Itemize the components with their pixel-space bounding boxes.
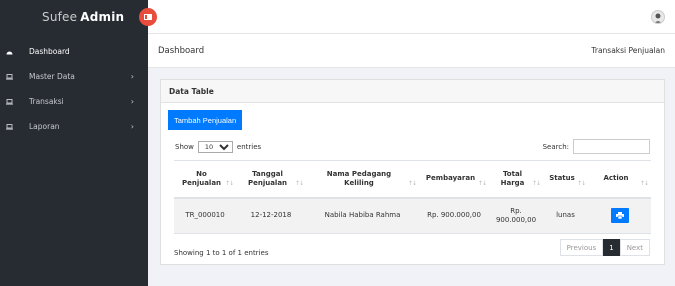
column-header-total-harga[interactable]: Total Harga ↑↓ xyxy=(489,160,543,199)
chevron-right-icon: › xyxy=(130,122,134,131)
data-table-card: Data Table Tambah Penjualan Show 10 entr… xyxy=(160,79,665,265)
search-input[interactable] xyxy=(573,139,650,154)
table-row: TR_000010 12-12-2018 Nabila Habiba Rahma… xyxy=(174,197,651,234)
brand-bold: Admin xyxy=(80,10,125,24)
column-header-pembayaran[interactable]: Pembayaran ↑↓ xyxy=(419,160,489,199)
column-header-nama-pedagang[interactable]: Nama Pedagang Keliling ↑↓ xyxy=(306,160,419,199)
page-title: Dashboard xyxy=(158,45,205,56)
length-suffix: entries xyxy=(236,143,262,151)
header-line: Keliling xyxy=(344,178,374,187)
sidebar-item-label: Laporan xyxy=(29,122,60,131)
sort-icon: ↑↓ xyxy=(531,180,541,187)
sort-icon: ↑↓ xyxy=(224,180,234,187)
sort-icon: ↑↓ xyxy=(477,180,487,187)
brand-logo[interactable]: Sufee Admin xyxy=(0,0,148,34)
dashboard-icon xyxy=(5,48,13,56)
cell-total-harga: Rp. 900.000,00 xyxy=(489,197,543,234)
sidebar-item-label: Master Data xyxy=(29,72,75,81)
search-control: Search: xyxy=(543,139,650,154)
sidebar-item-dashboard[interactable]: Dashboard xyxy=(0,39,148,64)
user-avatar[interactable] xyxy=(651,10,665,24)
pagination: Previous 1 Next xyxy=(559,239,650,256)
sidebar-item-transaksi[interactable]: Transaksi › xyxy=(0,89,148,114)
column-header-no-penjualan[interactable]: No Penjualan ↑↓ xyxy=(174,160,236,199)
cell-status: lunas xyxy=(543,197,588,234)
menu-toggle-button[interactable] xyxy=(139,8,157,26)
print-icon xyxy=(615,212,624,220)
cell-action xyxy=(588,197,651,234)
sidebar-nav: Dashboard Master Data › Transaksi › Lapo… xyxy=(0,39,148,139)
header-line: Tanggal xyxy=(252,170,283,178)
page-1-button[interactable]: 1 xyxy=(603,239,620,256)
cell-pembayaran: Rp. 900.000,00 xyxy=(419,197,489,234)
top-header xyxy=(139,0,675,34)
search-label: Search: xyxy=(542,142,569,151)
chevron-right-icon: › xyxy=(130,72,134,81)
print-button[interactable] xyxy=(610,208,629,224)
header-line: Nama Pedagang xyxy=(326,170,392,178)
cell-nama-pedagang: Nabila Habiba Rahma xyxy=(306,197,419,234)
previous-button[interactable]: Previous xyxy=(559,239,604,256)
sort-icon: ↑↓ xyxy=(294,180,304,187)
header-line: Action xyxy=(603,174,629,183)
entries-length-control: Show 10 entries xyxy=(175,141,261,153)
sidebar-item-laporan[interactable]: Laporan › xyxy=(0,114,148,139)
column-header-tanggal[interactable]: Tanggal Penjualan ↑↓ xyxy=(236,160,306,199)
table-info: Showing 1 to 1 of 1 entries xyxy=(174,249,269,257)
sidebar-item-label: Transaksi xyxy=(29,97,64,106)
header-line: Total xyxy=(502,170,523,178)
sort-icon: ↑↓ xyxy=(576,180,586,187)
header-line: No xyxy=(196,170,207,178)
sidebar-item-master-data[interactable]: Master Data › xyxy=(0,64,148,89)
table-header-row: No Penjualan ↑↓ Tanggal Penjualan ↑↓ Nama Pe… xyxy=(174,160,651,199)
header-line: Penjualan xyxy=(181,178,222,187)
cell-no-penjualan: TR_000010 xyxy=(174,197,236,234)
header-line: Pembayaran xyxy=(425,174,476,183)
header-line: Penjualan xyxy=(247,178,288,187)
penjualan-table: No Penjualan ↑↓ Tanggal Penjualan ↑↓ Nama Pe… xyxy=(174,160,651,234)
column-header-action[interactable]: Action ↑↓ xyxy=(588,160,651,199)
laptop-icon xyxy=(5,73,13,81)
entries-select[interactable]: 10 xyxy=(197,141,233,153)
sidebar-item-label: Dashboard xyxy=(29,47,70,56)
length-prefix: Show xyxy=(175,143,194,151)
brand-prefix: Sufee xyxy=(42,10,78,24)
header-line: Harga xyxy=(500,178,525,187)
card-title: Data Table xyxy=(161,80,664,103)
column-header-status[interactable]: Status ↑↓ xyxy=(543,160,588,199)
laptop-icon xyxy=(5,123,13,131)
cell-tanggal: 12-12-2018 xyxy=(236,197,306,234)
tambah-penjualan-button[interactable]: Tambah Penjualan xyxy=(168,110,243,130)
sort-icon: ↑↓ xyxy=(407,180,417,187)
breadcrumb-current[interactable]: Transaksi Penjualan xyxy=(591,46,665,55)
sidebar: Sufee Admin Dashboard Master Data › Trans… xyxy=(0,0,148,286)
menu-icon xyxy=(144,14,152,20)
breadcrumb: Dashboard Transaksi Penjualan xyxy=(148,34,675,68)
header-line: Status xyxy=(549,174,575,183)
sort-icon: ↑↓ xyxy=(639,180,649,187)
user-icon xyxy=(654,13,662,23)
laptop-icon xyxy=(5,98,13,106)
chevron-right-icon: › xyxy=(130,97,134,106)
next-button[interactable]: Next xyxy=(619,239,650,256)
